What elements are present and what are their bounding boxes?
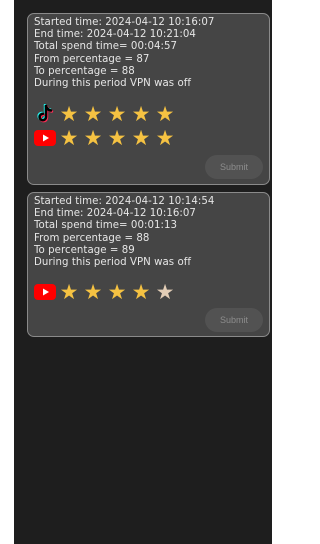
- youtube-icon: [34, 282, 56, 302]
- session-card: Started time: 2024-04-12 10:16:07 End ti…: [27, 13, 270, 185]
- session-card: Started time: 2024-04-12 10:14:54 End ti…: [27, 192, 270, 337]
- end-time: End time: 2024-04-12 10:16:07: [34, 208, 196, 220]
- rating-star[interactable]: ★: [82, 127, 104, 149]
- rating-star[interactable]: ★: [154, 281, 176, 303]
- rating-star[interactable]: ★: [106, 127, 128, 149]
- rating-star[interactable]: ★: [58, 103, 80, 125]
- rating-row-tiktok: ★ ★ ★ ★ ★: [34, 103, 176, 125]
- submit-button[interactable]: Submit: [205, 155, 263, 179]
- vpn-status: During this period VPN was off: [34, 257, 191, 269]
- rating-star[interactable]: ★: [106, 281, 128, 303]
- rating-star[interactable]: ★: [130, 127, 152, 149]
- from-percentage: From percentage = 87: [34, 53, 150, 65]
- rating-star[interactable]: ★: [154, 103, 176, 125]
- rating-star[interactable]: ★: [130, 103, 152, 125]
- submit-button[interactable]: Submit: [205, 308, 263, 332]
- app-screen: Started time: 2024-04-12 10:16:07 End ti…: [14, 0, 272, 544]
- total-spend-time: Total spend time= 00:04:57: [34, 41, 178, 53]
- vpn-status: During this period VPN was off: [34, 78, 191, 90]
- total-spend-time: Total spend time= 00:01:13: [34, 220, 178, 232]
- rating-row-youtube: ★ ★ ★ ★ ★: [34, 127, 176, 149]
- rating-star[interactable]: ★: [130, 281, 152, 303]
- end-time: End time: 2024-04-12 10:21:04: [34, 29, 196, 41]
- from-percentage: From percentage = 88: [34, 232, 150, 244]
- to-percentage: To percentage = 88: [34, 65, 135, 77]
- rating-star[interactable]: ★: [82, 281, 104, 303]
- rating-row-youtube: ★ ★ ★ ★ ★: [34, 281, 176, 303]
- started-time: Started time: 2024-04-12 10:14:54: [34, 196, 215, 207]
- rating-star[interactable]: ★: [106, 103, 128, 125]
- youtube-icon: [34, 128, 56, 148]
- rating-star[interactable]: ★: [58, 127, 80, 149]
- tiktok-icon: [34, 104, 56, 124]
- rating-star[interactable]: ★: [154, 127, 176, 149]
- started-time: Started time: 2024-04-12 10:16:07: [34, 17, 215, 28]
- to-percentage: To percentage = 89: [34, 244, 135, 256]
- rating-star[interactable]: ★: [58, 281, 80, 303]
- rating-star[interactable]: ★: [82, 103, 104, 125]
